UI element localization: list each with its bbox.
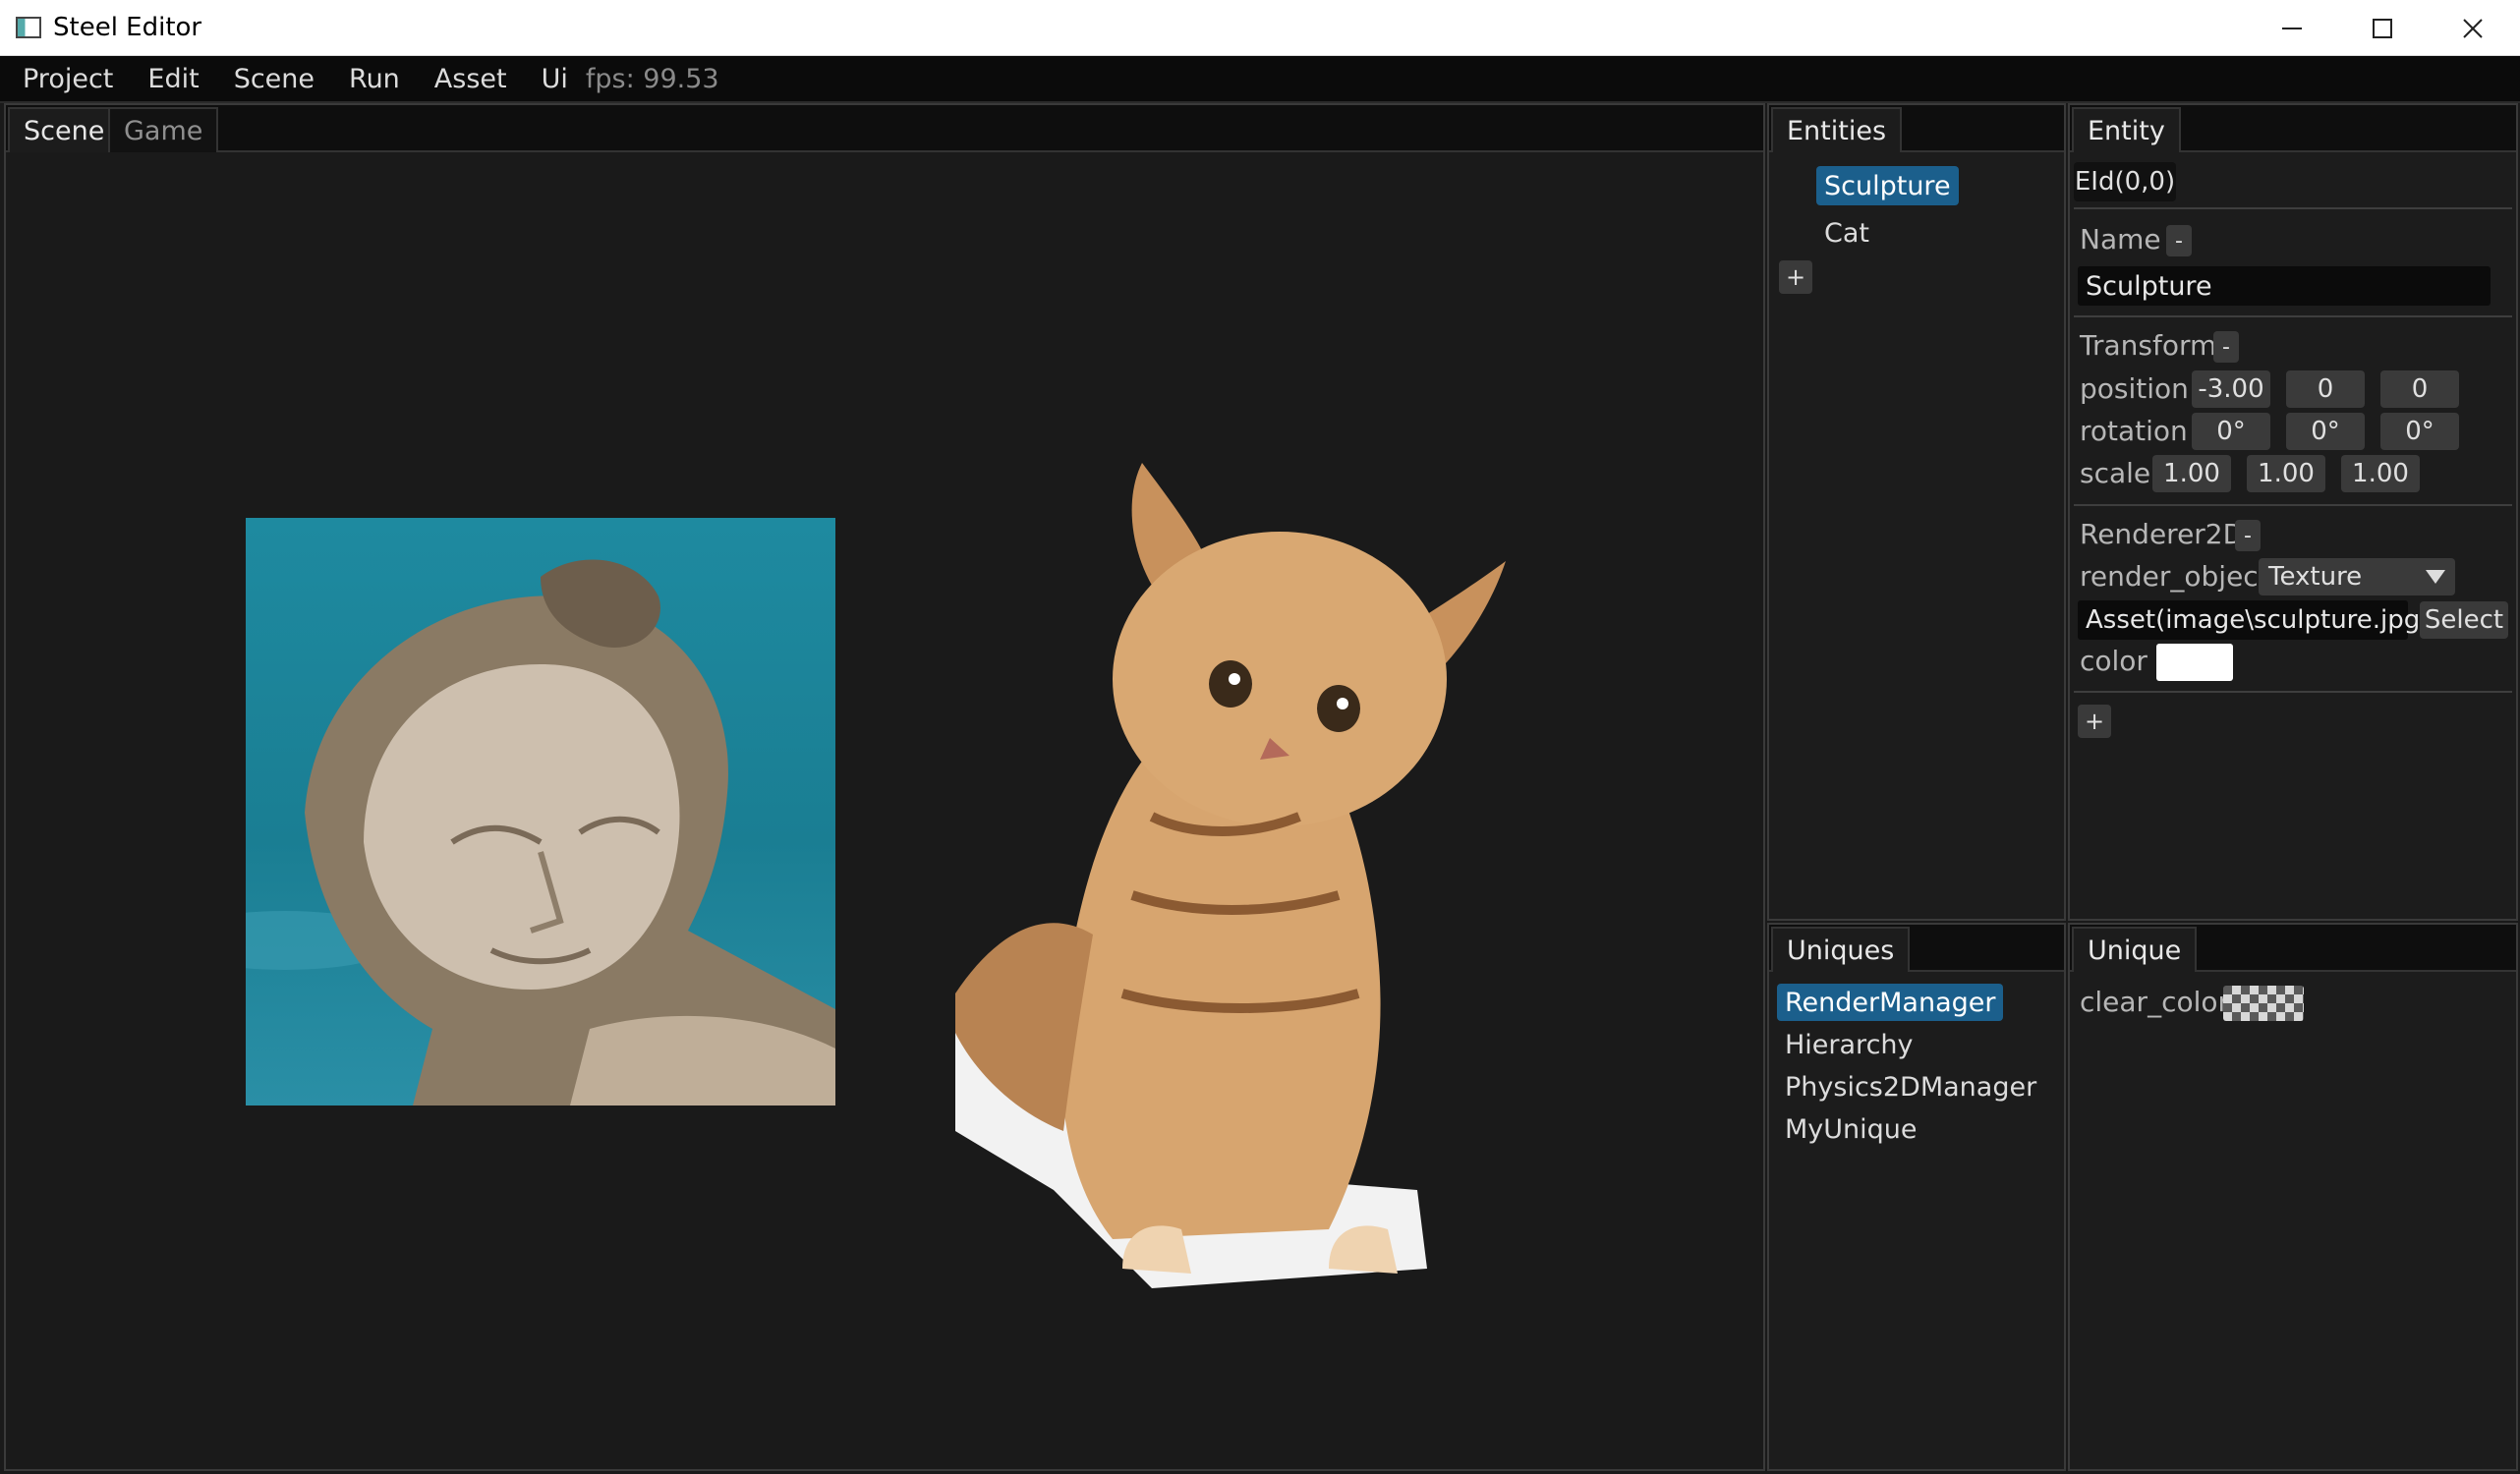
- entity-inspector-panel: Entity EId(0,0) Name - Sculpture Transfo…: [2068, 103, 2518, 921]
- scene-panel: Scene Game: [4, 103, 1765, 1471]
- tab-game[interactable]: Game: [108, 107, 219, 152]
- asset-path-field[interactable]: Asset(image\sculpture.jpg): [2078, 600, 2430, 640]
- render-object-label: render_object: [2080, 560, 2269, 593]
- tab-entities[interactable]: Entities: [1771, 107, 1903, 152]
- divider: [2074, 504, 2512, 506]
- scale-z-field[interactable]: 1.00: [2341, 455, 2420, 492]
- name-label: Name: [2080, 223, 2161, 255]
- divider: [2074, 691, 2512, 693]
- add-entity-button[interactable]: +: [1779, 260, 1812, 294]
- uniques-panel: Uniques RenderManager Hierarchy Physics2…: [1767, 923, 2066, 1471]
- transform-label: Transform: [2080, 329, 2217, 362]
- divider: [2074, 207, 2512, 209]
- title-bar: Steel Editor: [0, 0, 2520, 56]
- entity-tabstrip: Entity: [2070, 105, 2516, 152]
- menu-project[interactable]: Project: [23, 64, 113, 94]
- clear-color-label: clear_color: [2080, 986, 2230, 1018]
- position-z-field[interactable]: 0: [2380, 370, 2459, 408]
- entity-id-badge: EId(0,0): [2074, 162, 2176, 201]
- menu-ui[interactable]: Ui: [542, 64, 568, 94]
- unique-item-myunique[interactable]: MyUnique: [1785, 1110, 1918, 1148]
- rotation-x-field[interactable]: 0°: [2192, 413, 2270, 450]
- select-asset-button[interactable]: Select: [2420, 601, 2508, 639]
- chevron-down-icon: [2426, 570, 2445, 584]
- entities-panel: Entities Sculpture Cat +: [1767, 103, 2066, 921]
- name-collapse-button[interactable]: -: [2166, 225, 2192, 256]
- position-y-field[interactable]: 0: [2286, 370, 2365, 408]
- fps-readout: fps: 99.53: [585, 63, 719, 94]
- tab-entity[interactable]: Entity: [2072, 107, 2181, 152]
- menu-bar: Project Edit Scene Run Asset Ui fps: 99.…: [0, 56, 2520, 103]
- scene-tabstrip: Scene Game: [6, 105, 1763, 152]
- render-object-dropdown[interactable]: Texture: [2259, 558, 2455, 595]
- entity-item-sculpture[interactable]: Sculpture: [1816, 166, 1959, 205]
- divider: [2074, 315, 2512, 317]
- unique-inspector-panel: Unique clear_color: [2068, 923, 2518, 1471]
- maximize-icon[interactable]: [2337, 0, 2428, 56]
- rotation-y-field[interactable]: 0°: [2286, 413, 2365, 450]
- clear-color-swatch[interactable]: [2223, 986, 2304, 1021]
- position-x-field[interactable]: -3.00: [2192, 370, 2270, 408]
- menu-run[interactable]: Run: [349, 64, 400, 94]
- tab-unique[interactable]: Unique: [2072, 927, 2198, 972]
- scale-x-field[interactable]: 1.00: [2152, 455, 2231, 492]
- renderer2d-collapse-button[interactable]: -: [2235, 520, 2261, 551]
- close-icon[interactable]: [2428, 0, 2518, 56]
- cat-sprite[interactable]: [955, 443, 1512, 1290]
- unique-item-hierarchy[interactable]: Hierarchy: [1785, 1026, 1914, 1063]
- transform-collapse-button[interactable]: -: [2213, 331, 2239, 363]
- add-component-button[interactable]: +: [2078, 705, 2111, 738]
- color-swatch[interactable]: [2156, 644, 2233, 681]
- menu-edit[interactable]: Edit: [147, 64, 199, 94]
- uniques-tabstrip: Uniques: [1769, 925, 2064, 972]
- entities-tabstrip: Entities: [1769, 105, 2064, 152]
- tab-scene[interactable]: Scene: [8, 107, 121, 152]
- rotation-z-field[interactable]: 0°: [2380, 413, 2459, 450]
- name-field[interactable]: Sculpture: [2078, 266, 2491, 306]
- scale-y-field[interactable]: 1.00: [2247, 455, 2325, 492]
- scale-label: scale: [2080, 457, 2151, 489]
- renderer2d-label: Renderer2D: [2080, 518, 2245, 550]
- entity-item-cat[interactable]: Cat: [1824, 213, 1869, 253]
- tab-uniques[interactable]: Uniques: [1771, 927, 1911, 972]
- unique-item-physics2dmanager[interactable]: Physics2DManager: [1785, 1068, 2036, 1106]
- window-title: Steel Editor: [53, 13, 202, 42]
- app-icon: [16, 17, 41, 38]
- unique-tabstrip: Unique: [2070, 925, 2516, 972]
- menu-asset[interactable]: Asset: [434, 64, 507, 94]
- unique-item-rendermanager[interactable]: RenderManager: [1777, 984, 2004, 1021]
- position-label: position: [2080, 372, 2189, 405]
- color-label: color: [2080, 645, 2148, 677]
- rotation-label: rotation: [2080, 415, 2188, 447]
- render-object-value: Texture: [2268, 562, 2363, 592]
- minimize-icon[interactable]: [2247, 0, 2337, 56]
- sculpture-sprite[interactable]: [246, 518, 835, 1106]
- menu-scene[interactable]: Scene: [234, 64, 315, 94]
